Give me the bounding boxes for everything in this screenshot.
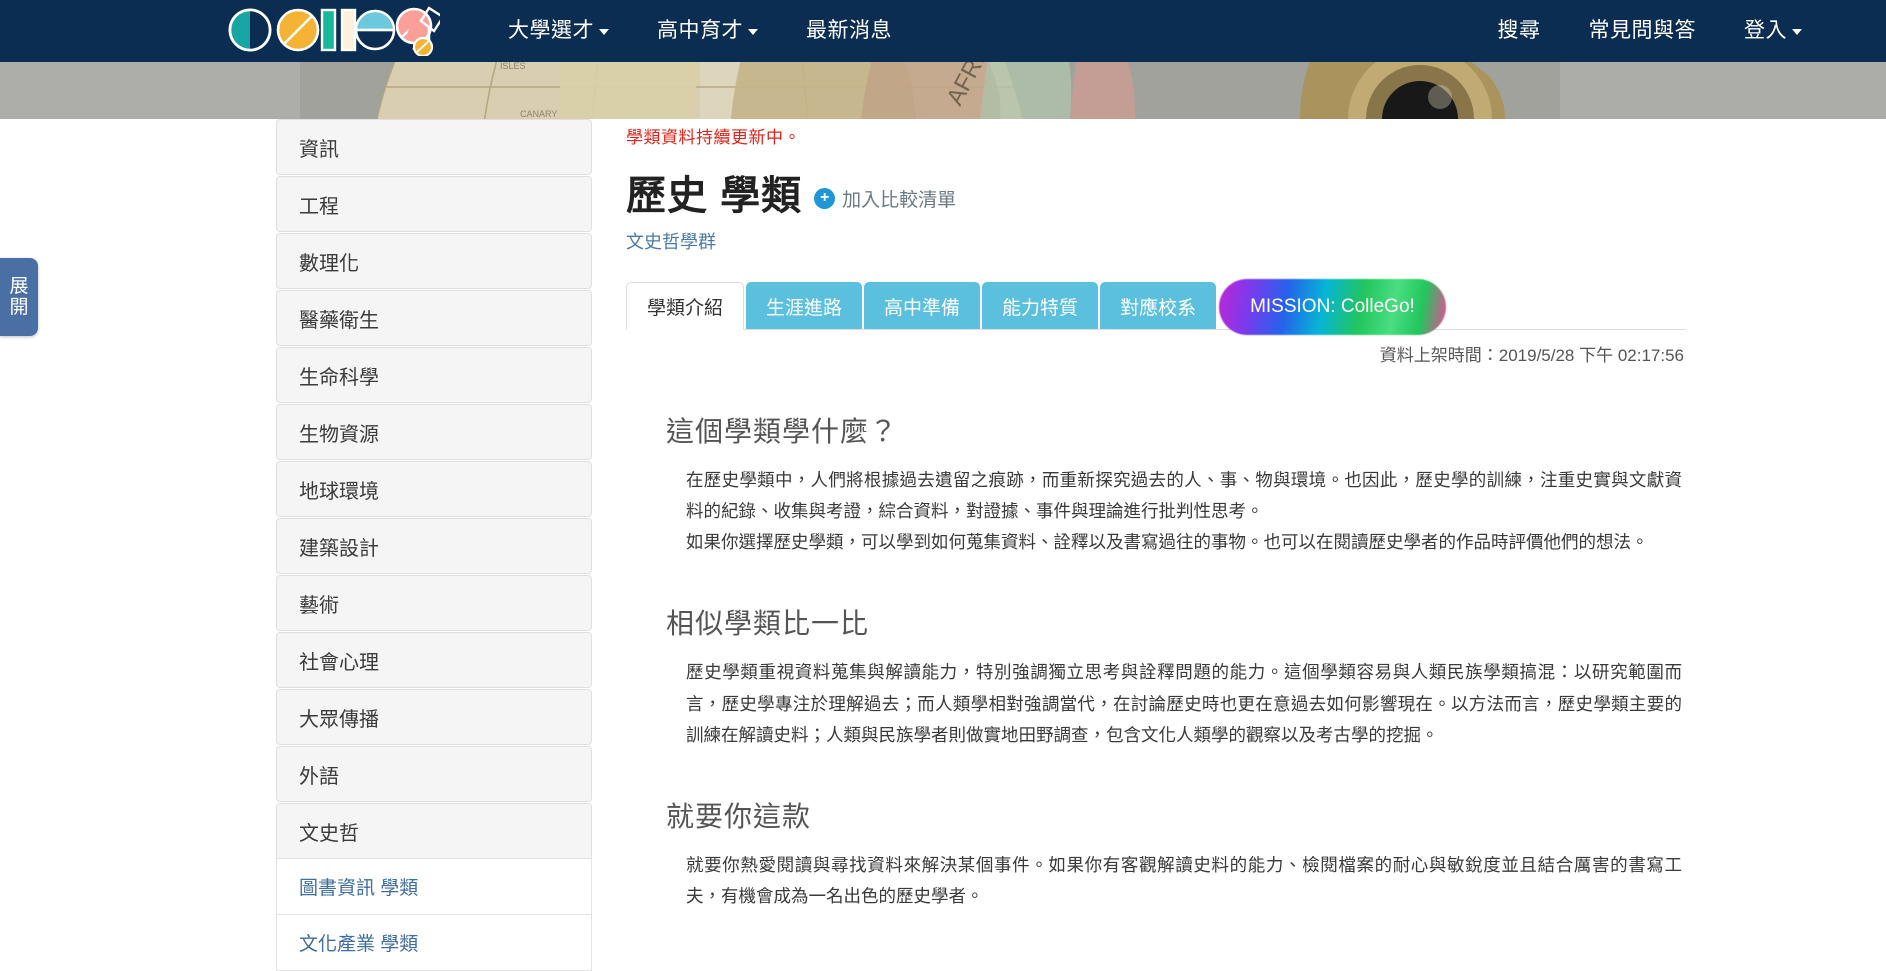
top-navbar: 大學選才 高中育才 最新消息 搜尋 常見問與答 登入 xyxy=(0,0,1886,62)
sidebar-item-label: 數理化 xyxy=(299,252,359,275)
tab-introduction[interactable]: 學類介紹 xyxy=(626,282,745,330)
expand-sidebar-button[interactable]: 展 開 xyxy=(0,258,38,336)
section-heading: 這個學類學什麼？ xyxy=(666,416,899,447)
page-body: 資訊 工程 數理化 醫藥衛生 生命科學 生物資源 地球環境 建築設計 藝術 社會… xyxy=(0,119,1886,971)
sidebar-item-medicine-health[interactable]: 醫藥衛生 xyxy=(276,290,592,346)
sidebar-item-label: 資訊 xyxy=(299,138,339,161)
nav-item-highschool-education[interactable]: 高中育才 xyxy=(633,0,782,62)
tab-career-path[interactable]: 生涯進路 xyxy=(746,282,863,330)
sidebar-item-mass-communication[interactable]: 大眾傳播 xyxy=(276,689,592,745)
sidebar-item-label: 地球環境 xyxy=(299,480,379,503)
sidebar-item-architecture-design[interactable]: 建築設計 xyxy=(276,518,592,574)
section-who-fits: 就要你這款 就要你熱愛閱讀與尋找資料來解決某個事件。如果你有客觀解讀史料的能力、… xyxy=(626,795,1686,912)
category-sidebar: 資訊 工程 數理化 醫藥衛生 生命科學 生物資源 地球環境 建築設計 藝術 社會… xyxy=(276,119,592,971)
site-logo[interactable] xyxy=(224,2,456,58)
tab-label: MISSION: ColleGo! xyxy=(1250,296,1415,317)
sidebar-item-label: 文史哲 xyxy=(299,822,359,845)
sidebar-item-foreign-languages[interactable]: 外語 xyxy=(276,746,592,802)
section-paragraph: 就要你熱愛閱讀與尋找資料來解決某個事件。如果你有客觀解讀史料的能力、檢閱檔案的耐… xyxy=(686,854,1682,906)
section-similar-disciplines: 相似學類比一比 歷史學類重視資料蒐集與解讀能力，特別強調獨立思考與詮釋問題的能力… xyxy=(626,602,1686,750)
section-heading: 就要你這款 xyxy=(666,800,812,832)
sidebar-item-label: 社會心理 xyxy=(299,651,379,674)
page-title: 歷史 學類 xyxy=(626,174,803,218)
section-heading: 相似學類比一比 xyxy=(666,608,870,640)
nav-item-university-selection[interactable]: 大學選才 xyxy=(484,0,633,62)
sidebar-item-label: 工程 xyxy=(299,195,339,218)
hero-banner: ALGERIA NIGER CHAD AFRICA LIBERIA MOROCC… xyxy=(0,62,1886,119)
tab-label: 學類介紹 xyxy=(647,297,724,319)
sidebar-item-label: 藝術 xyxy=(299,594,339,617)
sidebar-item-literature-history-philosophy[interactable]: 文史哲 xyxy=(276,803,592,859)
nav-label: 搜尋 xyxy=(1497,19,1541,42)
expand-label-line1: 展 xyxy=(9,275,29,297)
tab-label: 高中準備 xyxy=(884,297,961,319)
sidebar-item-label: 醫藥衛生 xyxy=(299,309,379,332)
tab-divider xyxy=(626,329,1686,330)
sidebar-subitem-label: 文化產業 學類 xyxy=(299,934,419,955)
plus-circle-icon: + xyxy=(814,188,836,209)
sidebar-item-life-science[interactable]: 生命科學 xyxy=(276,347,592,403)
sidebar-subitem-label: 圖書資訊 學類 xyxy=(299,878,419,899)
sidebar-item-label: 大眾傳播 xyxy=(299,708,379,731)
sidebar-subitem-library-information[interactable]: 圖書資訊 學類 xyxy=(276,859,592,915)
sidebar-item-earth-environment[interactable]: 地球環境 xyxy=(276,461,592,517)
nav-label: 大學選才 xyxy=(508,19,594,42)
tab-ability-traits[interactable]: 能力特質 xyxy=(982,282,1099,330)
tab-label: 生涯進路 xyxy=(766,297,843,319)
sidebar-item-math-physics-chemistry[interactable]: 數理化 xyxy=(276,233,592,289)
chevron-down-icon xyxy=(599,29,609,35)
tab-matching-departments[interactable]: 對應校系 xyxy=(1100,282,1217,330)
discipline-group-link[interactable]: 文史哲學群 xyxy=(626,228,1686,254)
add-to-compare-label: 加入比較清單 xyxy=(842,190,957,211)
tab-mission-collego[interactable]: MISSION: ColleGo! xyxy=(1224,284,1441,330)
collego-logo-icon xyxy=(228,6,440,56)
section-paragraph: 在歷史學類中，人們將根據過去遺留之痕跡，而重新探究過去的人、事、物與環境。也因此… xyxy=(686,470,1682,522)
sidebar-item-art[interactable]: 藝術 xyxy=(276,575,592,631)
section-what-you-learn: 這個學類學什麼？ 在歷史學類中，人們將根據過去遺留之痕跡，而重新探究過去的人、事… xyxy=(626,410,1686,558)
sidebar-item-engineering[interactable]: 工程 xyxy=(276,176,592,232)
sidebar-item-information[interactable]: 資訊 xyxy=(276,119,592,175)
sidebar-item-label: 外語 xyxy=(299,765,339,788)
chevron-down-icon xyxy=(748,29,758,35)
tab-label: 能力特質 xyxy=(1002,297,1079,319)
sidebar-item-label: 建築設計 xyxy=(299,537,379,560)
utility-nav: 搜尋 常見問與答 登入 xyxy=(1474,0,1827,62)
publish-timestamp: 資料上架時間：2019/5/28 下午 02:17:56 xyxy=(1379,346,1684,365)
nav-label: 登入 xyxy=(1744,19,1787,42)
section-paragraph: 歷史學類重視資料蒐集與解讀能力，特別強調獨立思考與詮釋問題的能力。這個學類容易與… xyxy=(686,662,1682,745)
content-tabs: 學類介紹 生涯進路 高中準備 能力特質 對應校系 MISSION: ColleG… xyxy=(626,280,1686,330)
nav-item-news[interactable]: 最新消息 xyxy=(782,0,916,62)
sidebar-subitem-cultural-industry[interactable]: 文化產業 學類 xyxy=(276,915,592,971)
nav-label: 高中育才 xyxy=(657,19,743,42)
nav-label: 常見問與答 xyxy=(1588,19,1696,42)
nav-label: 最新消息 xyxy=(806,19,892,42)
update-notice: 學類資料持續更新中。 xyxy=(626,128,801,147)
sidebar-item-label: 生命科學 xyxy=(299,366,379,389)
sidebar-item-label: 生物資源 xyxy=(299,423,379,446)
expand-label-line2: 開 xyxy=(9,297,29,318)
tab-label: 對應校系 xyxy=(1120,297,1197,319)
nav-item-faq[interactable]: 常見問與答 xyxy=(1565,0,1721,62)
chevron-down-icon xyxy=(1792,29,1802,35)
tab-highschool-preparation[interactable]: 高中準備 xyxy=(864,282,981,330)
section-paragraph: 如果你選擇歷史學類，可以學到如何蒐集資料、詮釋以及書寫過往的事物。也可以在閱讀歷… xyxy=(686,532,1649,553)
add-to-compare-button[interactable]: + 加入比較清單 xyxy=(814,185,956,212)
sidebar-item-bio-resources[interactable]: 生物資源 xyxy=(276,404,592,460)
sidebar-item-social-psychology[interactable]: 社會心理 xyxy=(276,632,592,688)
title-row: 歷史 學類 + 加入比較清單 xyxy=(626,176,1686,216)
globe-banner-image: ALGERIA NIGER CHAD AFRICA LIBERIA MOROCC… xyxy=(0,62,1886,119)
primary-nav: 大學選才 高中育才 最新消息 xyxy=(484,0,916,62)
main-content: 學類資料持續更新中。 歷史 學類 + 加入比較清單 文史哲學群 學類介紹 生涯進… xyxy=(626,119,1686,912)
nav-item-search[interactable]: 搜尋 xyxy=(1474,0,1565,62)
nav-item-login[interactable]: 登入 xyxy=(1720,0,1826,62)
